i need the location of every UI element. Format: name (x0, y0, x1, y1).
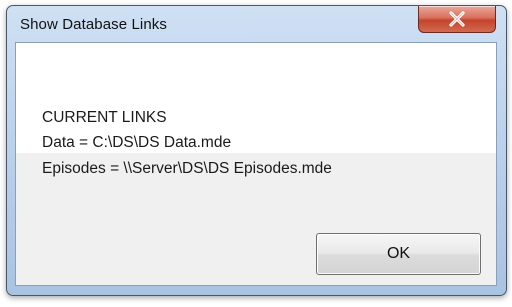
window-title: Show Database Links (20, 16, 167, 33)
close-button[interactable] (418, 6, 496, 33)
current-links-heading: CURRENT LINKS (42, 109, 167, 126)
ok-button[interactable]: OK (316, 233, 481, 275)
close-icon (449, 11, 465, 27)
data-link-text: Data = C:\DS\DS Data.mde (42, 134, 232, 151)
dialog-client-area: OK CURRENT LINKS Data = C:\DS\DS Data.md… (15, 42, 497, 286)
title-bar[interactable]: Show Database Links (7, 6, 506, 41)
dialog-window: Show Database Links OK CURRENT LINKS Dat… (6, 5, 507, 296)
episodes-link-text: Episodes = \\Server\DS\DS Episodes.mde (42, 160, 332, 177)
